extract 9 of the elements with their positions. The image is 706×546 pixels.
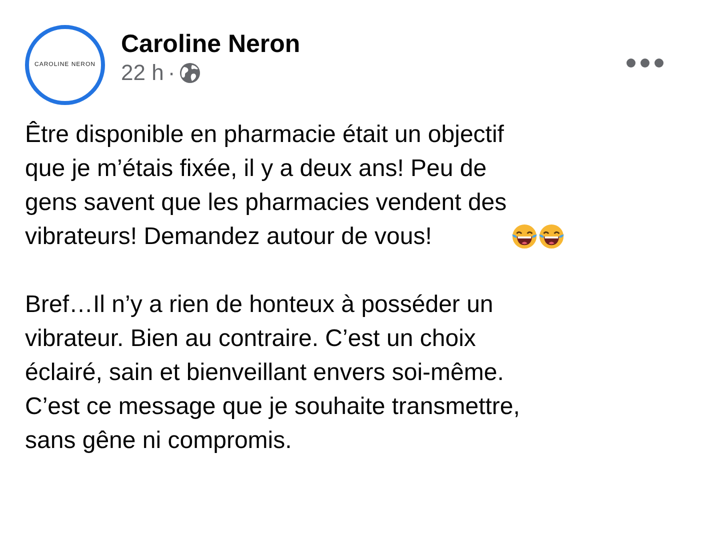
laughing-emoji-icon bbox=[538, 223, 565, 250]
post-time[interactable]: 22 h bbox=[121, 59, 164, 87]
author-name[interactable]: Caroline Neron bbox=[121, 29, 300, 59]
post-paragraph: Bref…Il n’y a rien de honteux à posséder un vibrateur. Bien au contraire. C’est un choix éclairé, sain et bienveillant envers soi-même. C’est ce message que je souhaite transmettre, sans gêne ni compromis. bbox=[25, 290, 520, 456]
separator-dot: · bbox=[168, 59, 176, 87]
globe-icon bbox=[179, 62, 202, 84]
more-options-icon[interactable] bbox=[626, 58, 664, 68]
laughing-emoji-icon bbox=[510, 223, 538, 250]
post-paragraph: Être disponible en pharmacie était un objectif que je m’étais fixée, il y a deux ans! Peu de gens savent que les pharmacies vendent des vibrateurs! Demandez autour de vous! bbox=[25, 120, 507, 252]
